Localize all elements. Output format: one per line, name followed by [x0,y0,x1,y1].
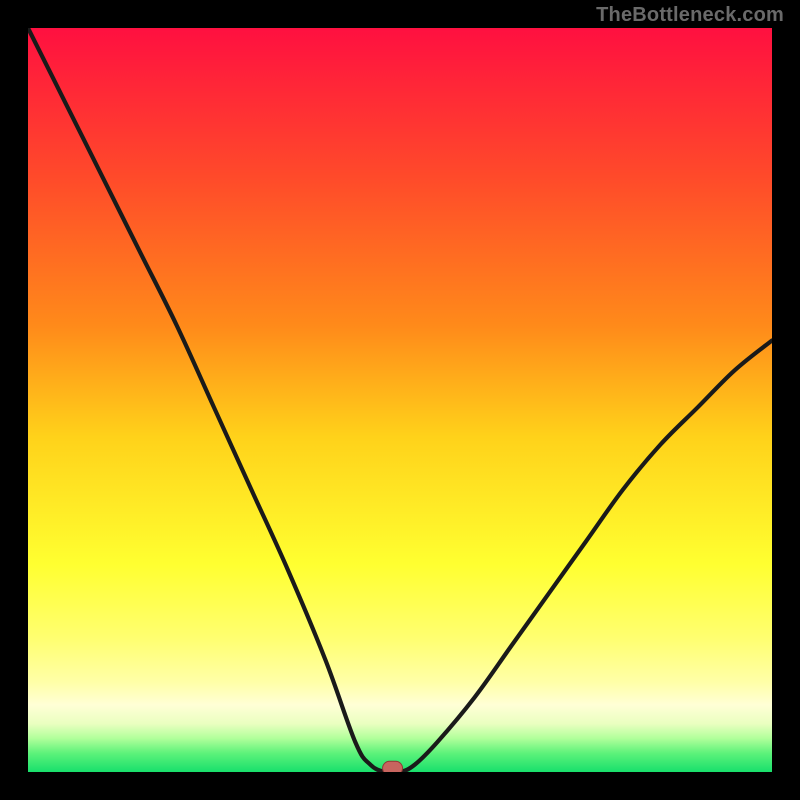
optimal-marker [383,761,403,775]
plot-background [28,28,772,772]
bottleneck-chart [0,0,800,800]
chart-frame: { "watermark": "TheBottleneck.com", "col… [0,0,800,800]
watermark-text: TheBottleneck.com [596,4,784,27]
